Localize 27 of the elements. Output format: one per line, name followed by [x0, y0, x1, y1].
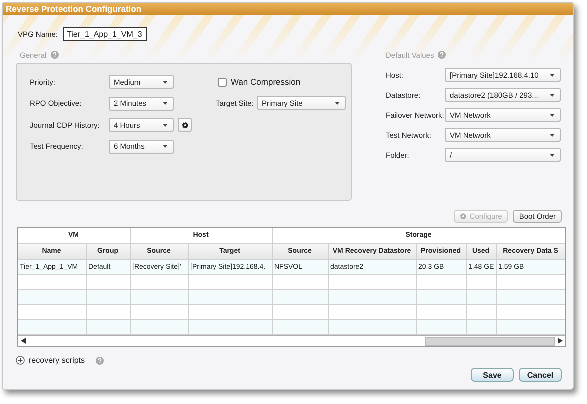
- checkbox[interactable]: [218, 78, 227, 86]
- checkbox-label: Wan Compression: [231, 77, 301, 87]
- save-button[interactable]: Save: [471, 368, 514, 382]
- help-icon[interactable]: [50, 51, 59, 59]
- caret-icon: [163, 102, 168, 105]
- help-icon[interactable]: [96, 356, 104, 364]
- caret-icon: [550, 94, 555, 96]
- caret-icon: [163, 124, 168, 126]
- window-title: Reverse Protection Configuration: [3, 3, 573, 15]
- cancel-button[interactable]: Cancel: [519, 368, 562, 382]
- caret-icon: [163, 80, 168, 84]
- caret-icon: [550, 134, 555, 136]
- caret-icon: [550, 74, 555, 76]
- expand-icon[interactable]: [16, 356, 25, 365]
- gear-icon: [460, 213, 467, 220]
- gear-icon: [182, 122, 188, 128]
- caret-icon: [550, 154, 555, 156]
- input-field[interactable]: Tier_1_App_1_VM_3: [63, 27, 148, 41]
- caret-icon: [335, 102, 340, 104]
- scrollbar[interactable]: [18, 335, 565, 346]
- caret-icon: [163, 145, 168, 148]
- help-icon[interactable]: [438, 51, 446, 59]
- scroll-left-icon[interactable]: [20, 338, 26, 344]
- caret-icon: [550, 114, 555, 116]
- section-link[interactable]: recovery scripts: [29, 356, 86, 365]
- scroll-right-icon[interactable]: [558, 338, 562, 344]
- settings-button[interactable]: [178, 118, 192, 132]
